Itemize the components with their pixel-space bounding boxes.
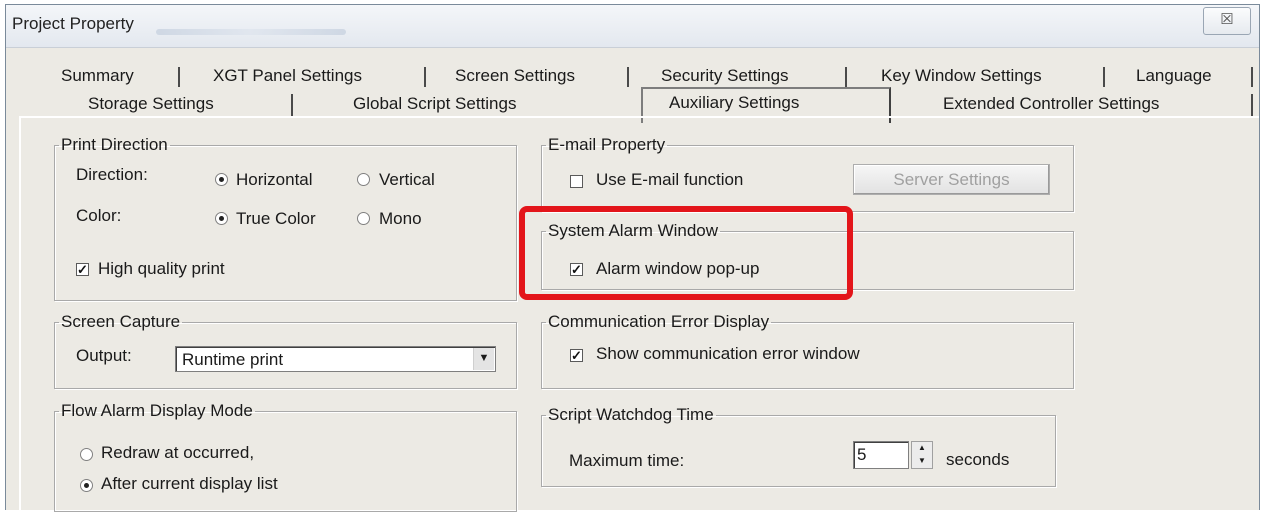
title-bar: Project Property ☒	[6, 5, 1259, 48]
blurred-title-text	[156, 29, 346, 35]
color-mono-label[interactable]: Mono	[379, 209, 422, 229]
direction-horizontal-label[interactable]: Horizontal	[236, 170, 313, 190]
script-watchdog-group: Script Watchdog Time	[541, 406, 1056, 487]
maximum-time-input[interactable]: 5	[853, 441, 909, 469]
tab-extended-controller-settings[interactable]: Extended Controller Settings	[943, 94, 1159, 114]
close-button[interactable]: ☒	[1203, 7, 1251, 35]
redraw-at-occurred-radio[interactable]	[80, 448, 93, 461]
high-quality-print-label[interactable]: High quality print	[98, 259, 225, 279]
output-select[interactable]: Runtime print ▼	[175, 346, 496, 372]
color-true-color-radio[interactable]	[215, 212, 228, 225]
after-current-display-list-radio[interactable]	[80, 479, 93, 492]
output-label: Output:	[76, 346, 132, 365]
color-label: Color:	[76, 206, 122, 225]
tab-language[interactable]: Language	[1136, 66, 1212, 86]
tab-divider	[627, 67, 629, 87]
close-icon: ☒	[1220, 11, 1234, 28]
seconds-unit-label: seconds	[946, 450, 1010, 469]
tab-storage-settings[interactable]: Storage Settings	[88, 94, 214, 114]
use-email-label[interactable]: Use E-mail function	[596, 170, 743, 190]
direction-vertical-radio[interactable]	[357, 173, 370, 186]
redraw-at-occurred-label[interactable]: Redraw at occurred,	[101, 443, 254, 463]
tab-security-settings[interactable]: Security Settings	[661, 66, 789, 86]
after-current-display-list-label[interactable]: After current display list	[101, 474, 278, 494]
tab-auxiliary-settings: Auxiliary Settings	[669, 93, 800, 112]
color-true-color-label[interactable]: True Color	[236, 209, 316, 229]
direction-horizontal-radio[interactable]	[215, 173, 228, 186]
spin-up-icon[interactable]: ▲	[912, 442, 932, 455]
red-highlight-box	[519, 206, 853, 300]
print-direction-legend: Print Direction	[61, 135, 168, 154]
email-property-legend: E-mail Property	[548, 135, 666, 154]
tab-xgt-panel-settings[interactable]: XGT Panel Settings	[213, 66, 362, 86]
tab-divider	[845, 67, 847, 87]
tab-divider	[1251, 67, 1253, 87]
tab-divider	[1251, 94, 1253, 116]
tab-divider	[291, 94, 293, 116]
tab-divider	[178, 67, 180, 87]
tab-global-script-settings[interactable]: Global Script Settings	[353, 94, 516, 114]
color-mono-radio[interactable]	[357, 212, 370, 225]
use-email-checkbox[interactable]	[570, 175, 583, 188]
script-watchdog-legend: Script Watchdog Time	[548, 405, 714, 424]
tab-divider	[424, 67, 426, 87]
output-select-value: Runtime print	[182, 350, 284, 369]
high-quality-print-checkbox[interactable]: ✓	[76, 263, 89, 276]
direction-vertical-label[interactable]: Vertical	[379, 170, 435, 190]
maximum-time-label: Maximum time:	[569, 451, 685, 470]
server-settings-button[interactable]: Server Settings	[853, 164, 1050, 195]
show-comm-error-label[interactable]: Show communication error window	[596, 344, 860, 364]
show-comm-error-checkbox[interactable]: ✓	[570, 349, 583, 362]
tab-screen-settings[interactable]: Screen Settings	[455, 66, 575, 86]
screen-capture-legend: Screen Capture	[61, 312, 181, 331]
window-title: Project Property	[12, 14, 134, 33]
flow-alarm-legend: Flow Alarm Display Mode	[61, 401, 253, 420]
communication-error-legend: Communication Error Display	[548, 312, 770, 331]
direction-label: Direction:	[76, 165, 148, 184]
tab-key-window-settings[interactable]: Key Window Settings	[881, 66, 1042, 86]
chevron-down-icon[interactable]: ▼	[473, 348, 494, 370]
tab-divider	[1103, 67, 1105, 87]
spin-down-icon[interactable]: ▼	[912, 455, 932, 468]
maximum-time-spinner[interactable]: ▲ ▼	[911, 441, 933, 469]
tab-summary[interactable]: Summary	[61, 66, 134, 86]
